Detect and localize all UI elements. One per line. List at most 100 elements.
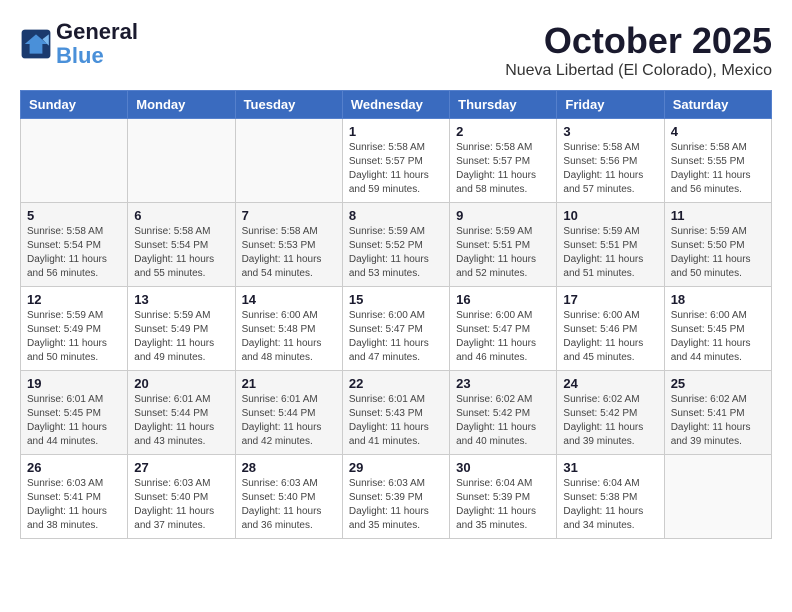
day-number: 11 [671,208,765,223]
day-info: Sunrise: 6:00 AM Sunset: 5:48 PM Dayligh… [242,309,336,365]
day-info: Sunrise: 6:01 AM Sunset: 5:45 PM Dayligh… [27,393,121,449]
calendar-table: SundayMondayTuesdayWednesdayThursdayFrid… [20,90,772,539]
weekday-header: Wednesday [342,91,449,119]
day-info: Sunrise: 5:59 AM Sunset: 5:50 PM Dayligh… [671,225,765,281]
day-number: 5 [27,208,121,223]
calendar-day-cell: 21 Sunrise: 6:01 AM Sunset: 5:44 PM Dayli… [235,371,342,455]
day-number: 14 [242,292,336,307]
day-number: 25 [671,376,765,391]
day-info: Sunrise: 6:00 AM Sunset: 5:47 PM Dayligh… [349,309,443,365]
day-info: Sunrise: 6:01 AM Sunset: 5:43 PM Dayligh… [349,393,443,449]
calendar-week-row: 12 Sunrise: 5:59 AM Sunset: 5:49 PM Dayli… [21,287,772,371]
calendar-week-row: 5 Sunrise: 5:58 AM Sunset: 5:54 PM Daylig… [21,203,772,287]
day-number: 16 [456,292,550,307]
calendar-day-cell: 10Sunrise: 5:59 AM Sunset: 5:51 PM Dayli… [557,203,664,287]
title-area: October 2025 Nueva Libertad (El Colorado… [505,20,772,80]
day-number: 4 [671,124,765,139]
day-info: Sunrise: 5:59 AM Sunset: 5:49 PM Dayligh… [134,309,228,365]
day-number: 23 [456,376,550,391]
day-number: 19 [27,376,121,391]
calendar-day-cell: 23 Sunrise: 6:02 AM Sunset: 5:42 PM Dayli… [450,371,557,455]
calendar-day-cell: 5 Sunrise: 5:58 AM Sunset: 5:54 PM Daylig… [21,203,128,287]
calendar-week-row: 19 Sunrise: 6:01 AM Sunset: 5:45 PM Dayli… [21,371,772,455]
calendar-day-cell: 30 Sunrise: 6:04 AM Sunset: 5:39 PM Dayli… [450,455,557,539]
calendar-day-cell: 24 Sunrise: 6:02 AM Sunset: 5:42 PM Dayli… [557,371,664,455]
day-info: Sunrise: 6:01 AM Sunset: 5:44 PM Dayligh… [134,393,228,449]
day-number: 29 [349,460,443,475]
location-subtitle: Nueva Libertad (El Colorado), Mexico [505,62,772,80]
calendar-day-cell: 17 Sunrise: 6:00 AM Sunset: 5:46 PM Dayli… [557,287,664,371]
day-number: 2 [456,124,550,139]
day-info: Sunrise: 6:02 AM Sunset: 5:41 PM Dayligh… [671,393,765,449]
calendar-day-cell: 28 Sunrise: 6:03 AM Sunset: 5:40 PM Dayli… [235,455,342,539]
day-number: 3 [563,124,657,139]
calendar-day-cell: 14 Sunrise: 6:00 AM Sunset: 5:48 PM Dayli… [235,287,342,371]
day-number: 31 [563,460,657,475]
day-number: 15 [349,292,443,307]
day-number: 24 [563,376,657,391]
calendar-day-cell: 15 Sunrise: 6:00 AM Sunset: 5:47 PM Dayli… [342,287,449,371]
day-number: 28 [242,460,336,475]
calendar-day-cell: 2 Sunrise: 5:58 AM Sunset: 5:57 PM Daylig… [450,119,557,203]
page-header: General Blue October 2025 Nueva Libertad… [20,20,772,80]
calendar-day-cell: 27Sunrise: 6:03 AM Sunset: 5:40 PM Dayli… [128,455,235,539]
day-info: Sunrise: 6:00 AM Sunset: 5:45 PM Dayligh… [671,309,765,365]
day-info: Sunrise: 6:00 AM Sunset: 5:46 PM Dayligh… [563,309,657,365]
day-number: 8 [349,208,443,223]
day-number: 10 [563,208,657,223]
calendar-day-cell: 6 Sunrise: 5:58 AM Sunset: 5:54 PM Daylig… [128,203,235,287]
calendar-week-row: 26Sunrise: 6:03 AM Sunset: 5:41 PM Dayli… [21,455,772,539]
day-info: Sunrise: 6:04 AM Sunset: 5:39 PM Dayligh… [456,477,550,533]
day-number: 26 [27,460,121,475]
weekday-header: Friday [557,91,664,119]
day-info: Sunrise: 6:04 AM Sunset: 5:38 PM Dayligh… [563,477,657,533]
calendar-day-cell: 25 Sunrise: 6:02 AM Sunset: 5:41 PM Dayli… [664,371,771,455]
calendar-day-cell [235,119,342,203]
calendar-day-cell: 12 Sunrise: 5:59 AM Sunset: 5:49 PM Dayli… [21,287,128,371]
calendar-day-cell: 26Sunrise: 6:03 AM Sunset: 5:41 PM Dayli… [21,455,128,539]
day-number: 17 [563,292,657,307]
calendar-day-cell: 20 Sunrise: 6:01 AM Sunset: 5:44 PM Dayli… [128,371,235,455]
calendar-day-cell: 13Sunrise: 5:59 AM Sunset: 5:49 PM Dayli… [128,287,235,371]
calendar-day-cell: 7Sunrise: 5:58 AM Sunset: 5:53 PM Daylig… [235,203,342,287]
day-number: 7 [242,208,336,223]
calendar-week-row: 1Sunrise: 5:58 AM Sunset: 5:57 PM Daylig… [21,119,772,203]
weekday-header: Monday [128,91,235,119]
calendar-day-cell [128,119,235,203]
day-number: 21 [242,376,336,391]
day-info: Sunrise: 6:02 AM Sunset: 5:42 PM Dayligh… [456,393,550,449]
day-info: Sunrise: 6:02 AM Sunset: 5:42 PM Dayligh… [563,393,657,449]
day-info: Sunrise: 5:59 AM Sunset: 5:49 PM Dayligh… [27,309,121,365]
day-info: Sunrise: 6:03 AM Sunset: 5:40 PM Dayligh… [134,477,228,533]
day-info: Sunrise: 6:00 AM Sunset: 5:47 PM Dayligh… [456,309,550,365]
calendar-day-cell: 16 Sunrise: 6:00 AM Sunset: 5:47 PM Dayli… [450,287,557,371]
day-number: 9 [456,208,550,223]
calendar-day-cell: 8Sunrise: 5:59 AM Sunset: 5:52 PM Daylig… [342,203,449,287]
day-info: Sunrise: 5:58 AM Sunset: 5:57 PM Dayligh… [456,141,550,197]
weekday-header: Sunday [21,91,128,119]
calendar-day-cell: 29Sunrise: 6:03 AM Sunset: 5:39 PM Dayli… [342,455,449,539]
weekday-header-row: SundayMondayTuesdayWednesdayThursdayFrid… [21,91,772,119]
calendar-day-cell: 18Sunrise: 6:00 AM Sunset: 5:45 PM Dayli… [664,287,771,371]
weekday-header: Saturday [664,91,771,119]
day-number: 20 [134,376,228,391]
day-number: 12 [27,292,121,307]
calendar-day-cell: 19 Sunrise: 6:01 AM Sunset: 5:45 PM Dayli… [21,371,128,455]
day-info: Sunrise: 5:58 AM Sunset: 5:55 PM Dayligh… [671,141,765,197]
day-number: 22 [349,376,443,391]
day-number: 30 [456,460,550,475]
calendar-day-cell: 11 Sunrise: 5:59 AM Sunset: 5:50 PM Dayli… [664,203,771,287]
day-info: Sunrise: 6:03 AM Sunset: 5:40 PM Dayligh… [242,477,336,533]
weekday-header: Tuesday [235,91,342,119]
day-info: Sunrise: 5:58 AM Sunset: 5:54 PM Dayligh… [27,225,121,281]
calendar-day-cell: 22 Sunrise: 6:01 AM Sunset: 5:43 PM Dayli… [342,371,449,455]
day-number: 6 [134,208,228,223]
day-info: Sunrise: 5:58 AM Sunset: 5:54 PM Dayligh… [134,225,228,281]
calendar-day-cell [21,119,128,203]
day-info: Sunrise: 6:01 AM Sunset: 5:44 PM Dayligh… [242,393,336,449]
calendar-day-cell: 3 Sunrise: 5:58 AM Sunset: 5:56 PM Daylig… [557,119,664,203]
logo: General Blue [20,20,138,68]
weekday-header: Thursday [450,91,557,119]
logo-text: General Blue [56,20,138,68]
day-info: Sunrise: 5:58 AM Sunset: 5:56 PM Dayligh… [563,141,657,197]
